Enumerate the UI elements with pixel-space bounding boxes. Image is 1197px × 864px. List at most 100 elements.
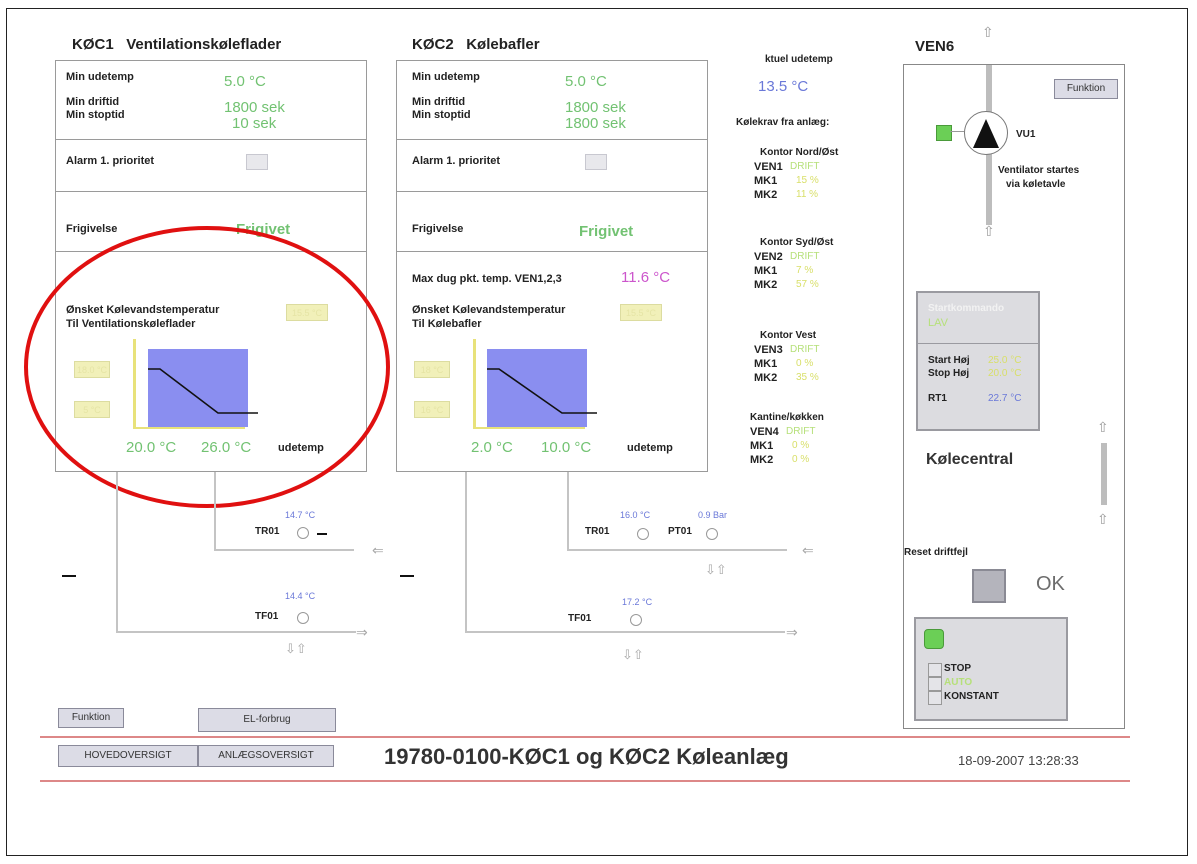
pump-arrows-icon: ⇩⇧ [705, 562, 727, 577]
koc2-min-stoptid-label: Min stoptid [412, 109, 471, 121]
rt1-value: 22.7 °C [988, 393, 1022, 404]
mode-konstant-label[interactable]: KONSTANT [944, 691, 999, 702]
zone-mk2-label: MK2 [750, 454, 774, 466]
zone-mk2-value: 35 % [796, 372, 819, 383]
koc2-panel: Min udetemp 5.0 °C Min driftid 1800 sek … [396, 60, 708, 472]
koc2-curve-x2: 10.0 °C [541, 439, 592, 456]
dash-mark [62, 575, 76, 577]
duct-arrow-up-icon: ⇧ [982, 24, 994, 40]
koc2-min-udetemp-value: 5.0 °C [565, 73, 607, 90]
zone-mk1-label: MK1 [754, 265, 778, 277]
zone-mk2-value: 0 % [792, 454, 810, 465]
startkommando-title: Startkommando [928, 303, 1005, 314]
tr01-right-label: TR01 [585, 526, 610, 537]
ven6-fan-note-line2: via køletavle [1006, 179, 1066, 190]
koc2-curve-y-high[interactable]: 18 °C [414, 361, 450, 378]
koc2-min-driftid-value: 1800 sek [565, 99, 626, 116]
ven6-fan-note-line1: Ventilator startes [998, 165, 1080, 176]
tr01-left-value: 14.7 °C [285, 510, 316, 520]
kolekrav-label: Kølekrav fra anlæg: [736, 117, 830, 128]
koc2-curve-y-low[interactable]: 16 °C [414, 401, 450, 418]
pt01-sensor-icon[interactable] [706, 528, 718, 540]
koc2-alarm-indicator [585, 154, 607, 170]
zone-mk1-value: 0 % [796, 358, 814, 369]
zone-status: DRIFT [790, 161, 820, 172]
mode-auto-radio[interactable] [928, 677, 942, 691]
el-forbrug-button[interactable]: EL-forbrug [198, 708, 336, 732]
mode-stop-label[interactable]: STOP [944, 663, 971, 674]
flow-right-arrow-icon: ⇒ [356, 624, 368, 640]
koc2-onsket-line2: Til Kølebafler [412, 318, 482, 330]
koc1-min-stoptid-value: 10 sek [232, 115, 277, 132]
flow-left-arrow-icon: ⇐ [372, 542, 384, 558]
funktion-button[interactable]: Funktion [58, 708, 124, 728]
koc1-title: KØC1 Ventilationskøleflader [72, 36, 281, 53]
koc2-name: Kølebafler [466, 36, 540, 53]
outdoor-temp-value: 13.5 °C [758, 78, 809, 95]
stop-hoj-label: Stop Høj [928, 368, 970, 379]
koc2-onsket-line1: Ønsket Kølevandstemperatur [412, 304, 566, 316]
pipe-bottom-right [465, 631, 785, 633]
hovedoversigt-button[interactable]: HOVEDOVERSIGT [58, 745, 198, 767]
zone-mk2-label: MK2 [754, 372, 778, 384]
koc2-frigivelse-value: Frigivet [579, 223, 634, 240]
koc2-setpoint-value[interactable]: 15.5 °C [620, 304, 662, 321]
stop-hoj-value[interactable]: 20.0 °C [988, 368, 1021, 379]
zone-name: Kontor Nord/Øst [760, 147, 839, 158]
annotation-ellipse [24, 226, 390, 508]
pipe-return-left [116, 472, 118, 632]
startkommando-value: LAV [928, 317, 948, 329]
duct-arrow-up-icon: ⇧ [983, 223, 995, 239]
flow-left-arrow-icon: ⇐ [802, 542, 814, 558]
mode-active-indicator [924, 629, 944, 649]
zone-mk1-label: MK1 [750, 440, 774, 452]
reset-label: Reset driftfejl [904, 547, 968, 558]
zone-status: DRIFT [790, 251, 820, 262]
koc1-code: KØC1 [72, 36, 114, 53]
koc1-alarm-indicator [246, 154, 268, 170]
mode-stop-radio[interactable] [928, 663, 942, 677]
pipe-mid-right [567, 549, 787, 551]
ven6-funktion-button[interactable]: Funktion [1054, 79, 1118, 99]
koc2-frigivelse-label: Frigivelse [412, 223, 464, 235]
pipe-bottom-left [116, 631, 356, 633]
koc1-min-udetemp-value: 5.0 °C [224, 73, 266, 90]
koc2-maxdug-label: Max dug pkt. temp. VEN1,2,3 [412, 273, 562, 285]
koc1-min-driftid-value: 1800 sek [224, 99, 285, 116]
mode-auto-label[interactable]: AUTO [944, 677, 972, 688]
start-hoj-value[interactable]: 25.0 °C [988, 355, 1021, 366]
tf01-right-sensor-icon[interactable] [630, 614, 642, 626]
ven6-title: VEN6 [915, 38, 955, 55]
zone-ven: VEN3 [754, 344, 783, 356]
zone-mk1-value: 15 % [796, 175, 819, 186]
koc2-min-stoptid-value: 1800 sek [565, 115, 626, 132]
tf01-left-sensor-icon[interactable] [297, 612, 309, 624]
pipe-supply-right [567, 472, 569, 550]
zone-name: Kontor Vest [760, 330, 817, 341]
koc2-curve-xlabel: udetemp [627, 442, 673, 454]
koc2-min-driftid-label: Min driftid [412, 96, 466, 108]
tr01-right-sensor-icon[interactable] [637, 528, 649, 540]
zone-ven: VEN1 [754, 161, 783, 173]
footer-red-line-bottom [40, 780, 1130, 782]
koc1-name: Ventilationskøleflader [126, 36, 282, 53]
rt1-label: RT1 [928, 393, 947, 404]
ven6-status-indicator [936, 125, 952, 141]
zone-mk1-value: 7 % [796, 265, 814, 276]
fan-icon[interactable] [964, 111, 1008, 155]
zone-status: DRIFT [790, 344, 820, 355]
zone-name: Kontor Syd/Øst [760, 237, 834, 248]
anlaegsoversigt-button[interactable]: ANLÆGSOVERSIGT [198, 745, 334, 767]
mode-konstant-radio[interactable] [928, 691, 942, 705]
pipe-mid-left [214, 549, 354, 551]
koc2-code: KØC2 [412, 36, 454, 53]
reset-button[interactable] [972, 569, 1006, 603]
zone-mk2-value: 57 % [796, 279, 819, 290]
zone-status: DRIFT [786, 426, 816, 437]
pump-arrows-icon: ⇩⇧ [622, 647, 644, 662]
tr01-left-sensor-icon[interactable] [297, 527, 309, 539]
pipe-return-right [465, 472, 467, 632]
datetime: 18-09-2007 13:28:33 [958, 753, 1079, 768]
koc2-curve-y-axis [473, 339, 476, 429]
koc1-alarm-label: Alarm 1. prioritet [66, 155, 155, 167]
